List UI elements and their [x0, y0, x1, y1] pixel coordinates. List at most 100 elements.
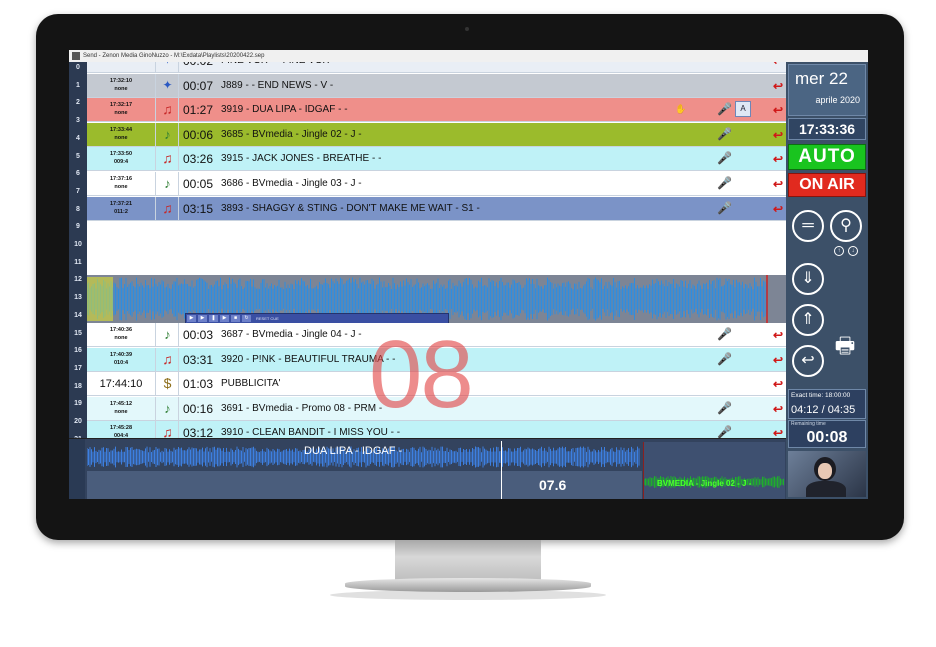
- row-start-time: 17:40:36 none: [87, 323, 156, 347]
- playlist-row[interactable]: none✦ 00:02 FINE VOX - - FINE VOX - ↩: [87, 62, 786, 73]
- crossfade-arrow-icon[interactable]: ↩: [773, 152, 783, 166]
- row-title: 3893 - SHAGGY & STING - DON'T MAKE ME WA…: [221, 202, 480, 214]
- row-title: 3685 - BVmedia - Jingle 02 - J -: [221, 128, 362, 140]
- return-icon[interactable]: ↩: [792, 345, 824, 377]
- row-time: 17:32:17: [109, 102, 133, 109]
- row-time: 17:33:50: [109, 151, 133, 158]
- play-button[interactable]: ▶: [187, 315, 196, 322]
- row-start-time: 17:33:44 none: [87, 122, 156, 147]
- row-number: 11: [74, 258, 82, 266]
- microphone-icon[interactable]: 🎤: [717, 201, 732, 215]
- hand-icon[interactable]: ✋: [675, 104, 686, 115]
- row-number: 20: [74, 418, 82, 425]
- window-title: Send - Zenon Media GinoNuzzo - M:\Exdata…: [83, 53, 265, 59]
- row-number: 4: [76, 134, 80, 142]
- microphone-icon[interactable]: 🎤: [717, 352, 732, 366]
- playlist-row[interactable]: 17:40:36 none ♪ 00:03 3687 - BVmedia - Jingl…: [87, 323, 786, 347]
- playlist-row[interactable]: 17:32:17 none ♫ 01:27 3919 - DUA LIPA - IDGA…: [87, 98, 786, 123]
- row-divider: [178, 172, 179, 196]
- row-duration: 00:16: [183, 401, 214, 416]
- auto-mode-button[interactable]: AUTO: [788, 144, 866, 170]
- microphone-icon[interactable]: 🎤: [717, 401, 732, 415]
- crossfade-arrow-icon[interactable]: ↩: [773, 128, 783, 142]
- playlist-row[interactable]: 17:33:50 009:4 ♫ 03:26 3915 - JACK JONES - B…: [87, 147, 786, 172]
- play-from-cue-button[interactable]: ▶: [198, 315, 207, 322]
- playlist-row[interactable]: 17:37:16 none ♪ 00:05 3686 - BVmedia - Jingl…: [87, 172, 786, 196]
- date-display: mer 22 aprile 2020: [788, 64, 866, 116]
- forward-button[interactable]: ▶: [220, 315, 229, 322]
- on-air-button[interactable]: ON AIR: [788, 173, 866, 197]
- crossfade-arrow-icon[interactable]: ↩: [773, 62, 783, 68]
- row-divider: [178, 147, 179, 172]
- microphone-icon[interactable]: 🎤: [717, 127, 732, 141]
- row-time-extra: none: [114, 408, 128, 415]
- row-number: 14: [74, 311, 82, 319]
- row-duration: 00:05: [183, 177, 214, 191]
- row-number: 1: [76, 81, 80, 89]
- crossfade-arrow-icon[interactable]: ↩: [773, 177, 783, 191]
- row-start-time: 17:45:12 none: [87, 396, 156, 421]
- webcam: [465, 27, 469, 31]
- microphone-icon[interactable]: 🎤: [717, 102, 732, 116]
- equals-icon[interactable]: ═: [792, 210, 824, 242]
- monitor-stand-base: [345, 578, 591, 592]
- row-duration: 01:03: [183, 377, 214, 392]
- playlist-row[interactable]: 17:33:44 none ♪ 00:06 3685 - BVmedia - Jingl…: [87, 122, 786, 147]
- row-duration: 01:27: [183, 103, 214, 118]
- crossfade-arrow-icon[interactable]: ↩: [773, 79, 783, 93]
- row-time-extra: 011:2: [114, 208, 128, 215]
- row-number: 16: [74, 347, 82, 355]
- row-number: 15: [74, 329, 82, 337]
- arrow-down-small-icon[interactable]: ↓: [848, 246, 858, 256]
- crossfade-arrow-icon[interactable]: ↩: [773, 353, 783, 367]
- crossfade-arrow-icon[interactable]: ↩: [773, 103, 783, 117]
- remaining-time-label: Remaining time: [791, 421, 826, 427]
- row-time: 17:45:28: [109, 425, 133, 432]
- row-time-extra: none: [114, 184, 128, 190]
- printer-icon[interactable]: 🖶: [830, 334, 860, 358]
- microphone-icon[interactable]: 🎤: [717, 327, 732, 341]
- row-time: 17:37:16: [109, 176, 133, 182]
- artist-photo: [788, 451, 866, 497]
- font-effect-icon[interactable]: A: [735, 101, 751, 118]
- row-duration: 00:03: [183, 328, 214, 342]
- waveform-editor[interactable]: ▶ ▶ ❚ ▶ ■ ↻ RESET CUE: [87, 275, 786, 324]
- exact-time-value: 04:12 / 04:35: [791, 404, 856, 416]
- stop-button[interactable]: ■: [231, 315, 240, 322]
- move-down-icon[interactable]: ⇓: [792, 263, 824, 295]
- monitor-stand-neck: [395, 540, 541, 582]
- crossfade-arrow-icon[interactable]: ↩: [773, 377, 783, 391]
- crossfade-arrow-icon[interactable]: ↩: [773, 202, 783, 216]
- playlist-row[interactable]: 17:45:12 none ♪ 00:16 3691 - BVmedia - Promo…: [87, 396, 786, 421]
- row-divider: [178, 196, 179, 221]
- search-icon[interactable]: ⚲: [830, 210, 862, 242]
- right-control-panel: mer 22 aprile 2020 17:33:36 AUTO ON AIR …: [786, 62, 868, 499]
- arrow-up-small-icon[interactable]: ↑: [834, 246, 844, 256]
- row-duration: 00:07: [183, 78, 214, 93]
- current-track-title: DUA LIPA - IDGAF -: [304, 445, 403, 457]
- next-track-box[interactable]: [643, 442, 785, 499]
- playlist-row[interactable]: 17:37:21 011:2 ♫ 03:15 3893 - SHAGGY & STING…: [87, 196, 786, 221]
- row-duration: 03:15: [183, 201, 214, 216]
- reset-cue-label[interactable]: RESET CUE: [256, 314, 279, 323]
- playlist-row[interactable]: 17:32:10 none ✦ 00:07 J889 - - END NEWS - V …: [87, 73, 786, 98]
- playlist-row[interactable]: 17:44:10 $01:03 PUBBLICITA' ↩: [87, 372, 786, 397]
- row-number: 12: [74, 276, 82, 284]
- move-up-icon[interactable]: ⇑: [792, 304, 824, 336]
- crossfade-arrow-icon[interactable]: ↩: [773, 402, 783, 416]
- loop-button[interactable]: ↻: [242, 315, 251, 322]
- microphone-icon[interactable]: 🎤: [717, 151, 732, 165]
- playlist-row[interactable]: 17:40:39 010:4 ♫ 03:31 3920 - P!NK - BEAUTIF…: [87, 347, 786, 372]
- row-number: 9: [76, 223, 80, 231]
- crossfade-arrow-icon[interactable]: ↩: [773, 328, 783, 342]
- microphone-icon[interactable]: 🎤: [717, 176, 732, 190]
- pause-button[interactable]: ❚: [209, 315, 218, 322]
- row-number: 2: [76, 99, 80, 107]
- playhead: [501, 441, 502, 499]
- row-divider: [178, 73, 179, 98]
- playlist[interactable]: ▶▶❚▶■↻RESET CUE none✦00:02FINE VOX - - F…: [87, 62, 786, 487]
- row-time: 17:45:12: [109, 400, 133, 407]
- remaining-time-panel: Remaining time 00:08: [788, 420, 866, 448]
- track-countdown: 07.6: [539, 477, 567, 493]
- row-duration: 00:06: [183, 127, 214, 142]
